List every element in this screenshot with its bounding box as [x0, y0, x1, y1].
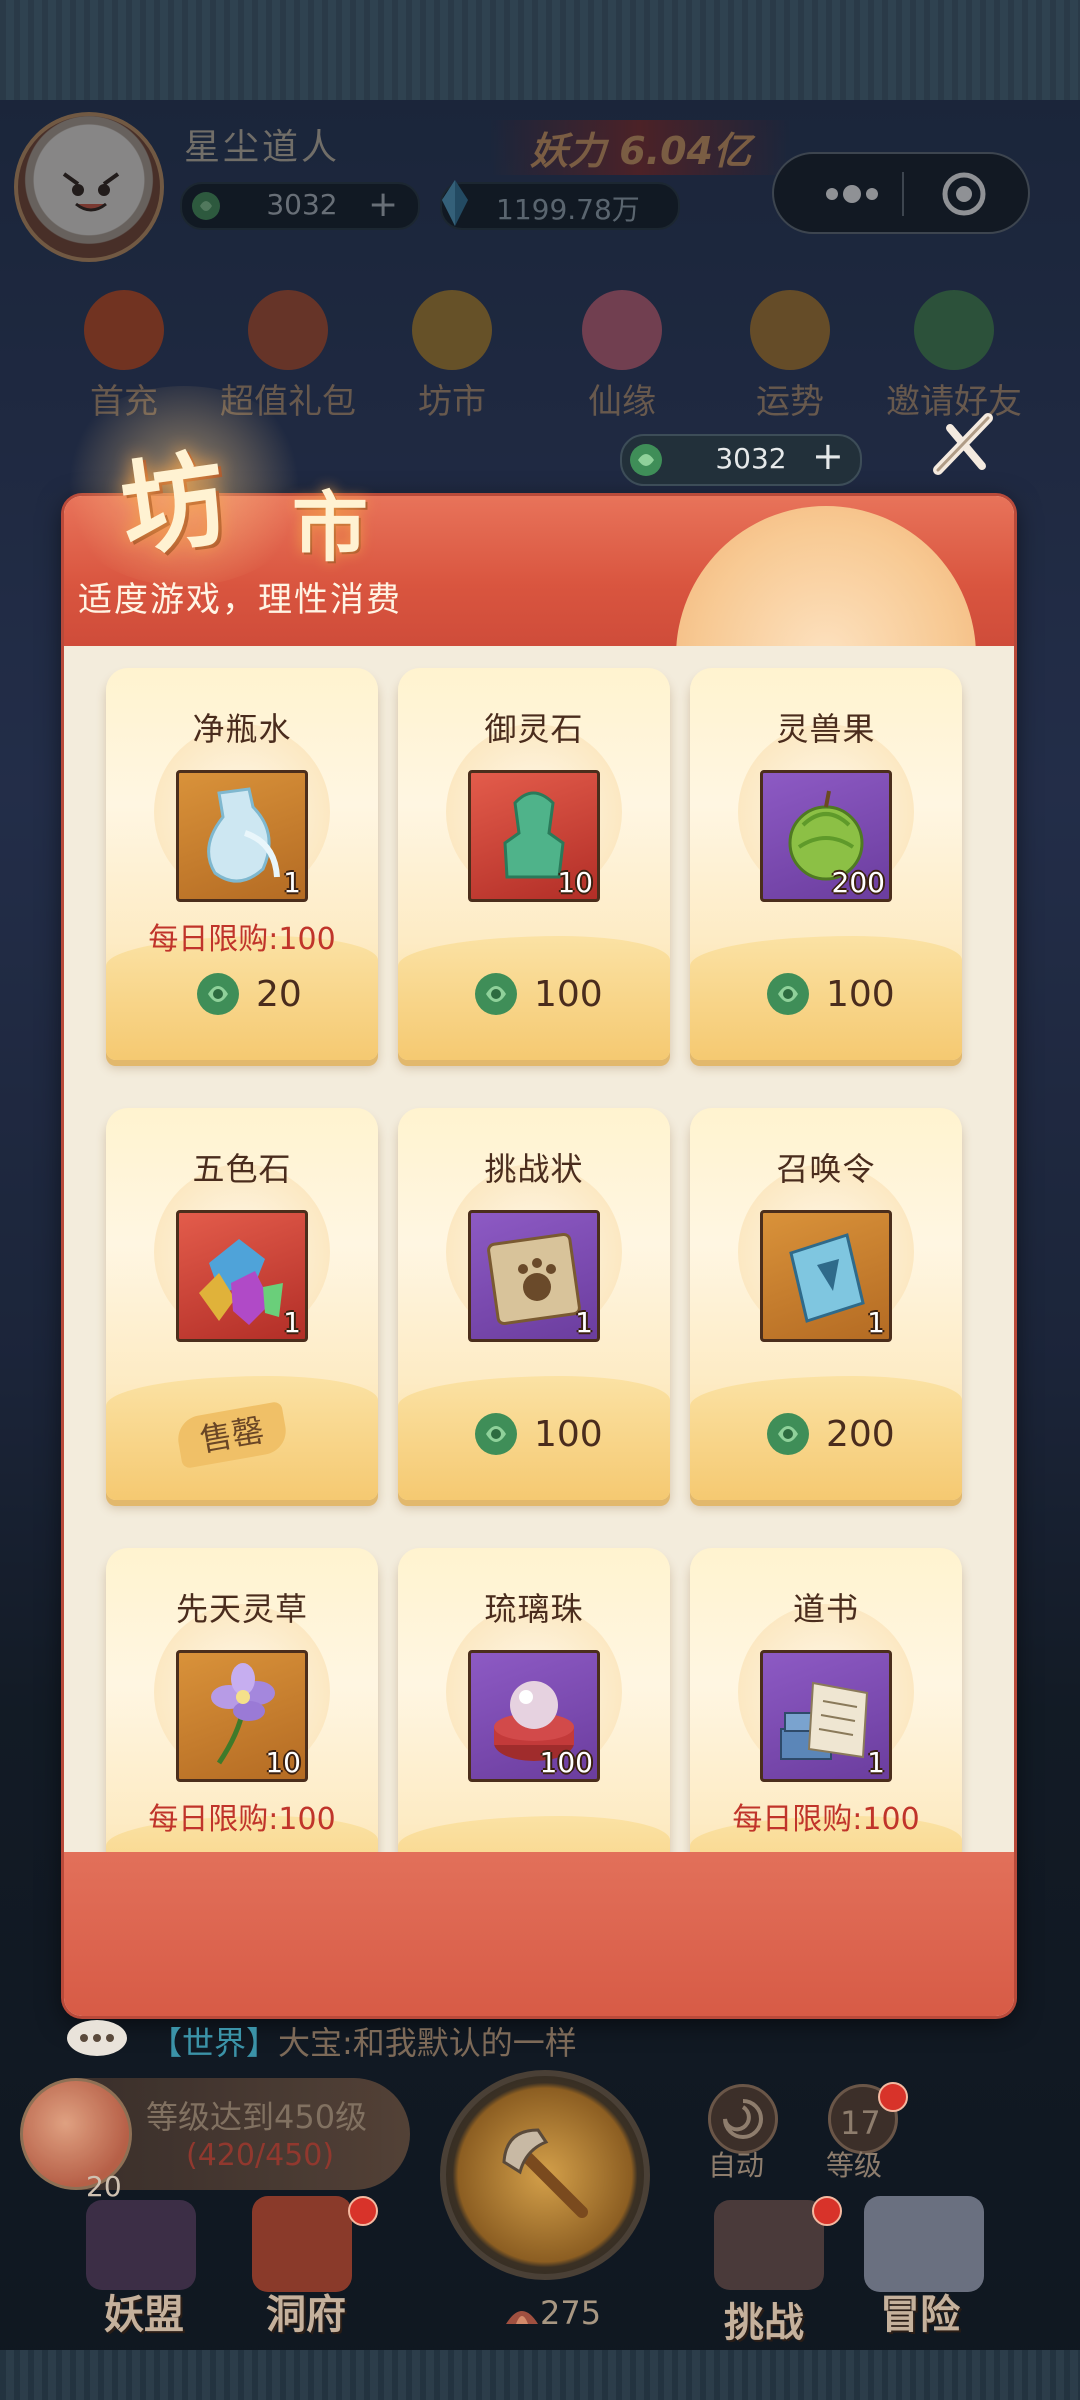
shop-item-card[interactable]: 道书 1 每日限购:100: [690, 1548, 962, 1852]
item-quantity: 10: [557, 866, 593, 899]
axe-action-button[interactable]: [440, 2070, 650, 2280]
modal-title-char: 市: [292, 483, 368, 572]
item-name: 召唤令: [776, 1150, 876, 1188]
modal-jade-balance: 3032: [715, 442, 787, 475]
close-icon[interactable]: [928, 410, 998, 480]
add-jade-button[interactable]: +: [812, 434, 844, 478]
nav-alliance[interactable]: 妖盟: [104, 2282, 184, 2340]
challenge-icon: [714, 2200, 824, 2290]
item-tile: 1: [468, 1210, 600, 1342]
item-tile: 10: [468, 770, 600, 902]
item-name: 先天灵草: [175, 1590, 308, 1628]
alliance-icon: [86, 2200, 196, 2290]
item-tile: 10: [176, 1650, 308, 1782]
shop-item-card[interactable]: 琉璃珠 100: [398, 1548, 670, 1852]
purchase-limit: 每日限购:100: [732, 1802, 920, 1837]
item-grid[interactable]: 净瓶水 1 每日限购:100 20 御灵石 10 100 灵兽果 200 100…: [64, 646, 1014, 1852]
item-quantity: 1: [283, 1306, 301, 1339]
notification-dot: [812, 2196, 842, 2226]
modal-jade-pill[interactable]: 3032 +: [620, 434, 862, 486]
bottom-status-band: [0, 2350, 1080, 2400]
purchase-limit: 每日限购:100: [148, 1802, 336, 1837]
jade-coin-icon: [767, 973, 809, 1015]
shop-item-card[interactable]: 御灵石 10 100: [398, 668, 670, 1060]
item-quantity: 1: [867, 1746, 885, 1779]
world-chat-message[interactable]: 【世界】大宝:和我默认的一样: [150, 2018, 577, 2064]
item-quantity: 1: [575, 1306, 593, 1339]
modal-title-char: 坊: [113, 436, 234, 573]
item-name: 御灵石: [484, 710, 584, 748]
item-price: 200: [826, 1414, 895, 1455]
jade-coin-icon: [767, 1413, 809, 1455]
axe-count: 275: [540, 2294, 602, 2332]
shop-item-card[interactable]: 挑战状 1 100: [398, 1108, 670, 1500]
purchase-limit: 每日限购:100: [148, 922, 336, 957]
item-quantity: 100: [539, 1746, 593, 1779]
item-quantity: 200: [831, 866, 885, 899]
quest-progress: (420/450): [186, 2138, 335, 2173]
jade-coin-icon: [197, 973, 239, 1015]
item-name: 五色石: [192, 1150, 292, 1188]
quest-tracker[interactable]: 等级达到450级 (420/450): [20, 2078, 410, 2190]
level-value: 17: [840, 2104, 881, 2142]
axe-icon: [502, 2128, 588, 2218]
item-tile: 1: [176, 1210, 308, 1342]
swirl-icon: [723, 2099, 763, 2139]
item-tile: 200: [760, 770, 892, 902]
item-quantity: 1: [867, 1306, 885, 1339]
item-name: 道书: [792, 1590, 859, 1628]
item-tile: 1: [760, 1650, 892, 1782]
moderation-slogan: 适度游戏，理性消费: [78, 580, 402, 620]
item-price: 20: [256, 974, 302, 1015]
item-name: 琉璃珠: [484, 1590, 584, 1628]
nav-adventure[interactable]: 冒险: [880, 2282, 960, 2340]
shop-item-card[interactable]: 五色石 1 售罄: [106, 1108, 378, 1500]
peach-count: 20: [86, 2170, 122, 2203]
adventure-icon: [864, 2196, 984, 2292]
item-tile: 100: [468, 1650, 600, 1782]
item-name: 灵兽果: [776, 710, 876, 748]
chat-message-text: 大宝:和我默认的一样: [278, 2024, 577, 2062]
jade-coin-icon: [475, 973, 517, 1015]
item-quantity: 1: [283, 866, 301, 899]
notification-dot: [348, 2196, 378, 2226]
modal-footer: [64, 1852, 1014, 2016]
top-status-band: [0, 0, 1080, 100]
chat-channel: 【世界】: [150, 2024, 279, 2062]
jade-coin-icon: [630, 444, 662, 476]
cave-icon: [252, 2196, 352, 2292]
item-name: 挑战状: [484, 1150, 584, 1188]
item-price: 100: [826, 974, 895, 1015]
market-modal: 适度游戏，理性消费 净瓶水 1 每日限购:100 20 御灵石 10 100 灵…: [64, 496, 1014, 2016]
shop-item-card[interactable]: 灵兽果 200 100: [690, 668, 962, 1060]
level-label: 等级: [826, 2149, 883, 2182]
chat-bubble-icon[interactable]: [64, 2016, 130, 2060]
item-tile: 1: [176, 770, 308, 902]
shop-item-card[interactable]: 净瓶水 1 每日限购:100 20: [106, 668, 378, 1060]
item-price: 100: [534, 1414, 603, 1455]
card-wave: [398, 1816, 670, 1852]
nav-cave[interactable]: 洞府: [266, 2282, 346, 2340]
quest-title: 等级达到450级: [146, 2098, 368, 2136]
nav-challenge[interactable]: 挑战: [724, 2290, 804, 2348]
item-quantity: 10: [265, 1746, 301, 1779]
shop-item-card[interactable]: 先天灵草 10 每日限购:100: [106, 1548, 378, 1852]
item-name: 净瓶水: [192, 710, 292, 748]
notification-dot: [878, 2082, 908, 2112]
item-tile: 1: [760, 1210, 892, 1342]
auto-label: 自动: [708, 2149, 765, 2182]
item-price: 100: [534, 974, 603, 1015]
shop-item-card[interactable]: 召唤令 1 200: [690, 1108, 962, 1500]
jade-coin-icon: [475, 1413, 517, 1455]
